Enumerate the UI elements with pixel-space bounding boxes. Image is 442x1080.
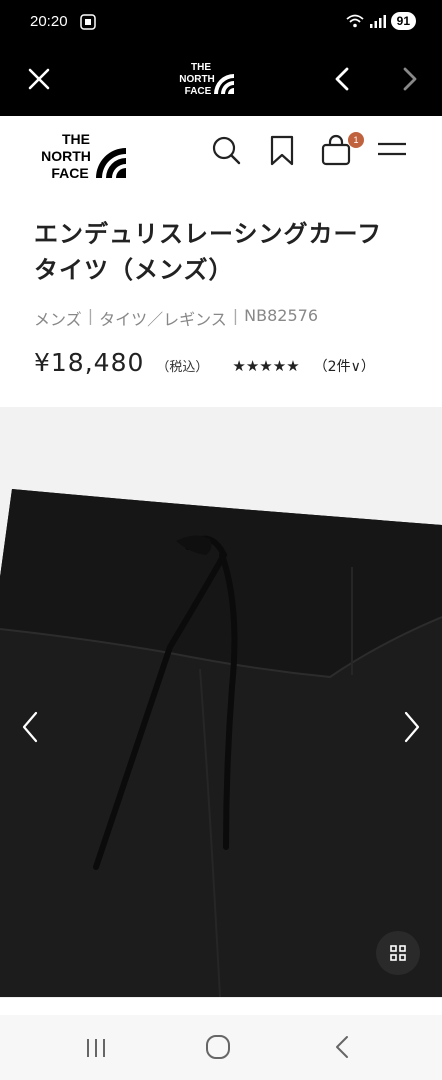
site-logo[interactable]: THE NORTH FACE <box>30 126 130 184</box>
svg-text:NORTH: NORTH <box>41 148 91 164</box>
product-code: NB82576 <box>244 306 318 325</box>
site-header: THE NORTH FACE 1 <box>0 116 442 192</box>
chevron-left-icon[interactable] <box>328 64 358 94</box>
breadcrumb-item-mens[interactable]: メンズ <box>34 306 82 330</box>
content-bottom-edge <box>0 997 442 1015</box>
back-icon[interactable] <box>330 1033 354 1061</box>
cart-count-badge: 1 <box>348 132 364 148</box>
product-price: ¥18,480 <box>34 348 145 377</box>
breadcrumb: メンズ | タイツ／レギンス | NB82576 <box>34 306 318 330</box>
price-row: ¥18,480 （税込） ★★★★★ （2件∨） <box>34 348 414 384</box>
chevron-right-icon[interactable] <box>396 707 426 747</box>
recent-apps-icon[interactable] <box>82 1035 110 1061</box>
chevron-right-icon[interactable] <box>394 64 424 94</box>
svg-text:NORTH: NORTH <box>179 74 215 85</box>
browser-toolbar: THE NORTH FACE <box>0 44 442 116</box>
status-indicators: 91 <box>345 12 416 30</box>
rating-stars[interactable]: ★★★★★ <box>232 357 299 375</box>
status-bar: 20:20 91 <box>0 0 442 44</box>
product-image-gallery[interactable] <box>0 407 442 997</box>
svg-text:FACE: FACE <box>51 165 88 181</box>
close-icon[interactable] <box>24 64 54 94</box>
product-info: エンデュリスレーシングカーフタイツ（メンズ） メンズ | タイツ／レギンス | … <box>0 192 442 407</box>
breadcrumb-item-tights[interactable]: タイツ／レギンス <box>99 306 227 330</box>
system-navigation-bar <box>0 1015 442 1080</box>
tax-label: （税込） <box>156 360 209 375</box>
product-title: エンデュリスレーシングカーフタイツ（メンズ） <box>34 220 383 284</box>
chevron-left-icon[interactable] <box>16 707 46 747</box>
home-icon[interactable] <box>204 1033 232 1061</box>
svg-text:THE: THE <box>191 62 211 73</box>
breadcrumb-separator: | <box>87 306 94 325</box>
signal-icon <box>369 15 386 28</box>
search-icon[interactable] <box>210 132 242 168</box>
svg-text:THE: THE <box>62 131 90 147</box>
hamburger-menu-icon[interactable] <box>376 132 408 168</box>
brand-logo: THE NORTH FACE <box>179 62 234 97</box>
grid-icon <box>390 945 406 961</box>
status-time: 20:20 <box>30 13 68 30</box>
svg-text:FACE: FACE <box>185 86 212 97</box>
chevron-down-icon: ∨） <box>350 359 375 375</box>
screen-record-icon <box>80 14 96 30</box>
review-count-link[interactable]: （2件∨） <box>314 356 375 376</box>
breadcrumb-separator: | <box>232 306 239 325</box>
bookmark-icon[interactable] <box>266 132 298 168</box>
gallery-grid-button[interactable] <box>376 931 420 975</box>
product-image <box>0 489 442 997</box>
review-count: （2件 <box>313 359 351 375</box>
wifi-icon <box>346 14 364 28</box>
battery-level: 91 <box>390 12 416 30</box>
